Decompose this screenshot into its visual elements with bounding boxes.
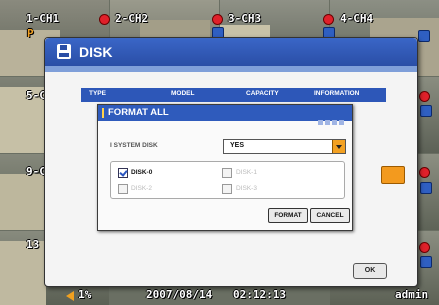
record-indicator-icon: [420, 168, 429, 177]
record-indicator-icon: [324, 15, 333, 24]
cancel-button[interactable]: CANCEL: [310, 208, 350, 223]
camera-label-4: 4-CH4: [340, 12, 374, 25]
disk-1-checkbox[interactable]: [222, 168, 232, 178]
format-all-dialog: FORMAT ALL I SYSTEM DISK YES DISK-0 DISK…: [97, 104, 353, 231]
disk-0-checkbox[interactable]: [118, 168, 128, 178]
camera-ch1-marker: P: [27, 27, 34, 40]
camera-label-5: 5-C: [26, 89, 46, 102]
disk-2-checkbox[interactable]: [118, 184, 128, 194]
camera-icon: [420, 256, 432, 268]
system-disk-value: YES: [230, 142, 245, 149]
camera-icon: [418, 30, 430, 42]
volume-level: 1%: [78, 288, 92, 301]
disk-table-header: TYPE MODEL CAPACITY INFORMATION: [81, 88, 386, 102]
speaker-icon[interactable]: [66, 291, 74, 301]
disk-0-label: DISK-0: [131, 169, 153, 176]
camera-label-1: 1-CH1: [26, 12, 60, 25]
title-dots-icon: [316, 110, 344, 129]
dropdown-arrow-icon[interactable]: [332, 140, 345, 153]
record-indicator-icon: [420, 92, 429, 101]
system-disk-select[interactable]: YES: [223, 139, 346, 154]
record-indicator-icon: [213, 15, 222, 24]
camera-label-2: 2-CH2: [115, 12, 149, 25]
camera-label-9: 9-C: [26, 165, 46, 178]
status-time: 02:12:13: [233, 288, 286, 301]
status-date: 2007/08/14: [146, 288, 213, 301]
status-bar: 1% 2007/08/14 02:12:13 admin: [0, 285, 439, 305]
disk-window-title: DISK: [79, 44, 113, 60]
system-disk-label: I SYSTEM DISK: [110, 142, 158, 149]
column-information: INFORMATION: [314, 90, 360, 97]
title-marker-icon: [102, 108, 104, 118]
column-capacity: CAPACITY: [246, 90, 279, 97]
disk-2-label: DISK-2: [131, 185, 152, 192]
column-model: MODEL: [171, 90, 195, 97]
disk-action-button[interactable]: [381, 166, 405, 184]
ok-button[interactable]: OK: [353, 263, 387, 279]
disk-title-bar: DISK: [45, 38, 417, 66]
disk-title-underline: [45, 66, 417, 72]
camera-label-13: 13: [26, 238, 40, 251]
column-type: TYPE: [89, 90, 106, 97]
disk-selection-group: DISK-0 DISK-1 DISK-2 DISK-3: [110, 161, 345, 199]
format-button[interactable]: FORMAT: [268, 208, 308, 223]
disk-3-checkbox[interactable]: [222, 184, 232, 194]
record-indicator-icon: [420, 243, 429, 252]
disk-3-label: DISK-3: [236, 185, 257, 192]
current-user: admin: [395, 288, 429, 301]
camera-icon: [420, 182, 432, 194]
record-indicator-icon: [100, 15, 109, 24]
floppy-disk-icon: [57, 44, 71, 59]
camera-label-3: 3-CH3: [228, 12, 262, 25]
camera-icon: [420, 105, 432, 117]
format-dialog-title: FORMAT ALL: [108, 107, 169, 118]
format-dialog-title-bar: FORMAT ALL: [98, 105, 352, 125]
disk-1-label: DISK-1: [236, 169, 257, 176]
